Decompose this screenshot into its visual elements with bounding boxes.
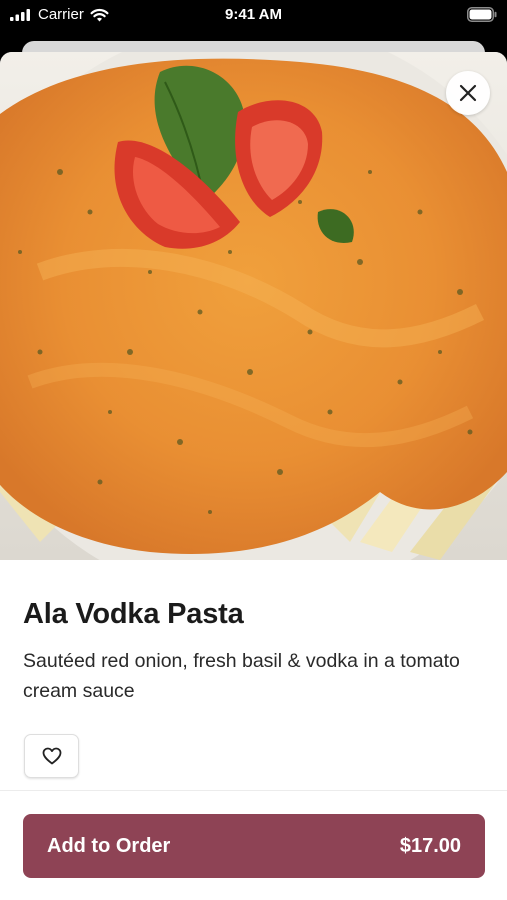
favorite-button[interactable]: [24, 734, 79, 778]
status-bar: Carrier 9:41 AM: [0, 0, 507, 32]
item-detail-sheet: Ala Vodka Pasta Sautéed red onion, fresh…: [0, 52, 507, 900]
heart-icon: [42, 747, 61, 765]
battery-icon: [467, 7, 497, 22]
close-icon: [459, 84, 477, 102]
clock: 9:41 AM: [225, 6, 282, 23]
item-title: Ala Vodka Pasta: [23, 598, 244, 630]
close-button[interactable]: [446, 71, 490, 115]
add-to-order-label: Add to Order: [47, 834, 171, 857]
item-description: Sautéed red onion, fresh basil & vodka i…: [23, 650, 460, 702]
item-price: $17.00: [399, 834, 461, 857]
add-to-order-button[interactable]: Add to Order $17.00: [23, 814, 485, 878]
footer-divider: [0, 790, 507, 791]
dish-photo: [0, 52, 507, 560]
